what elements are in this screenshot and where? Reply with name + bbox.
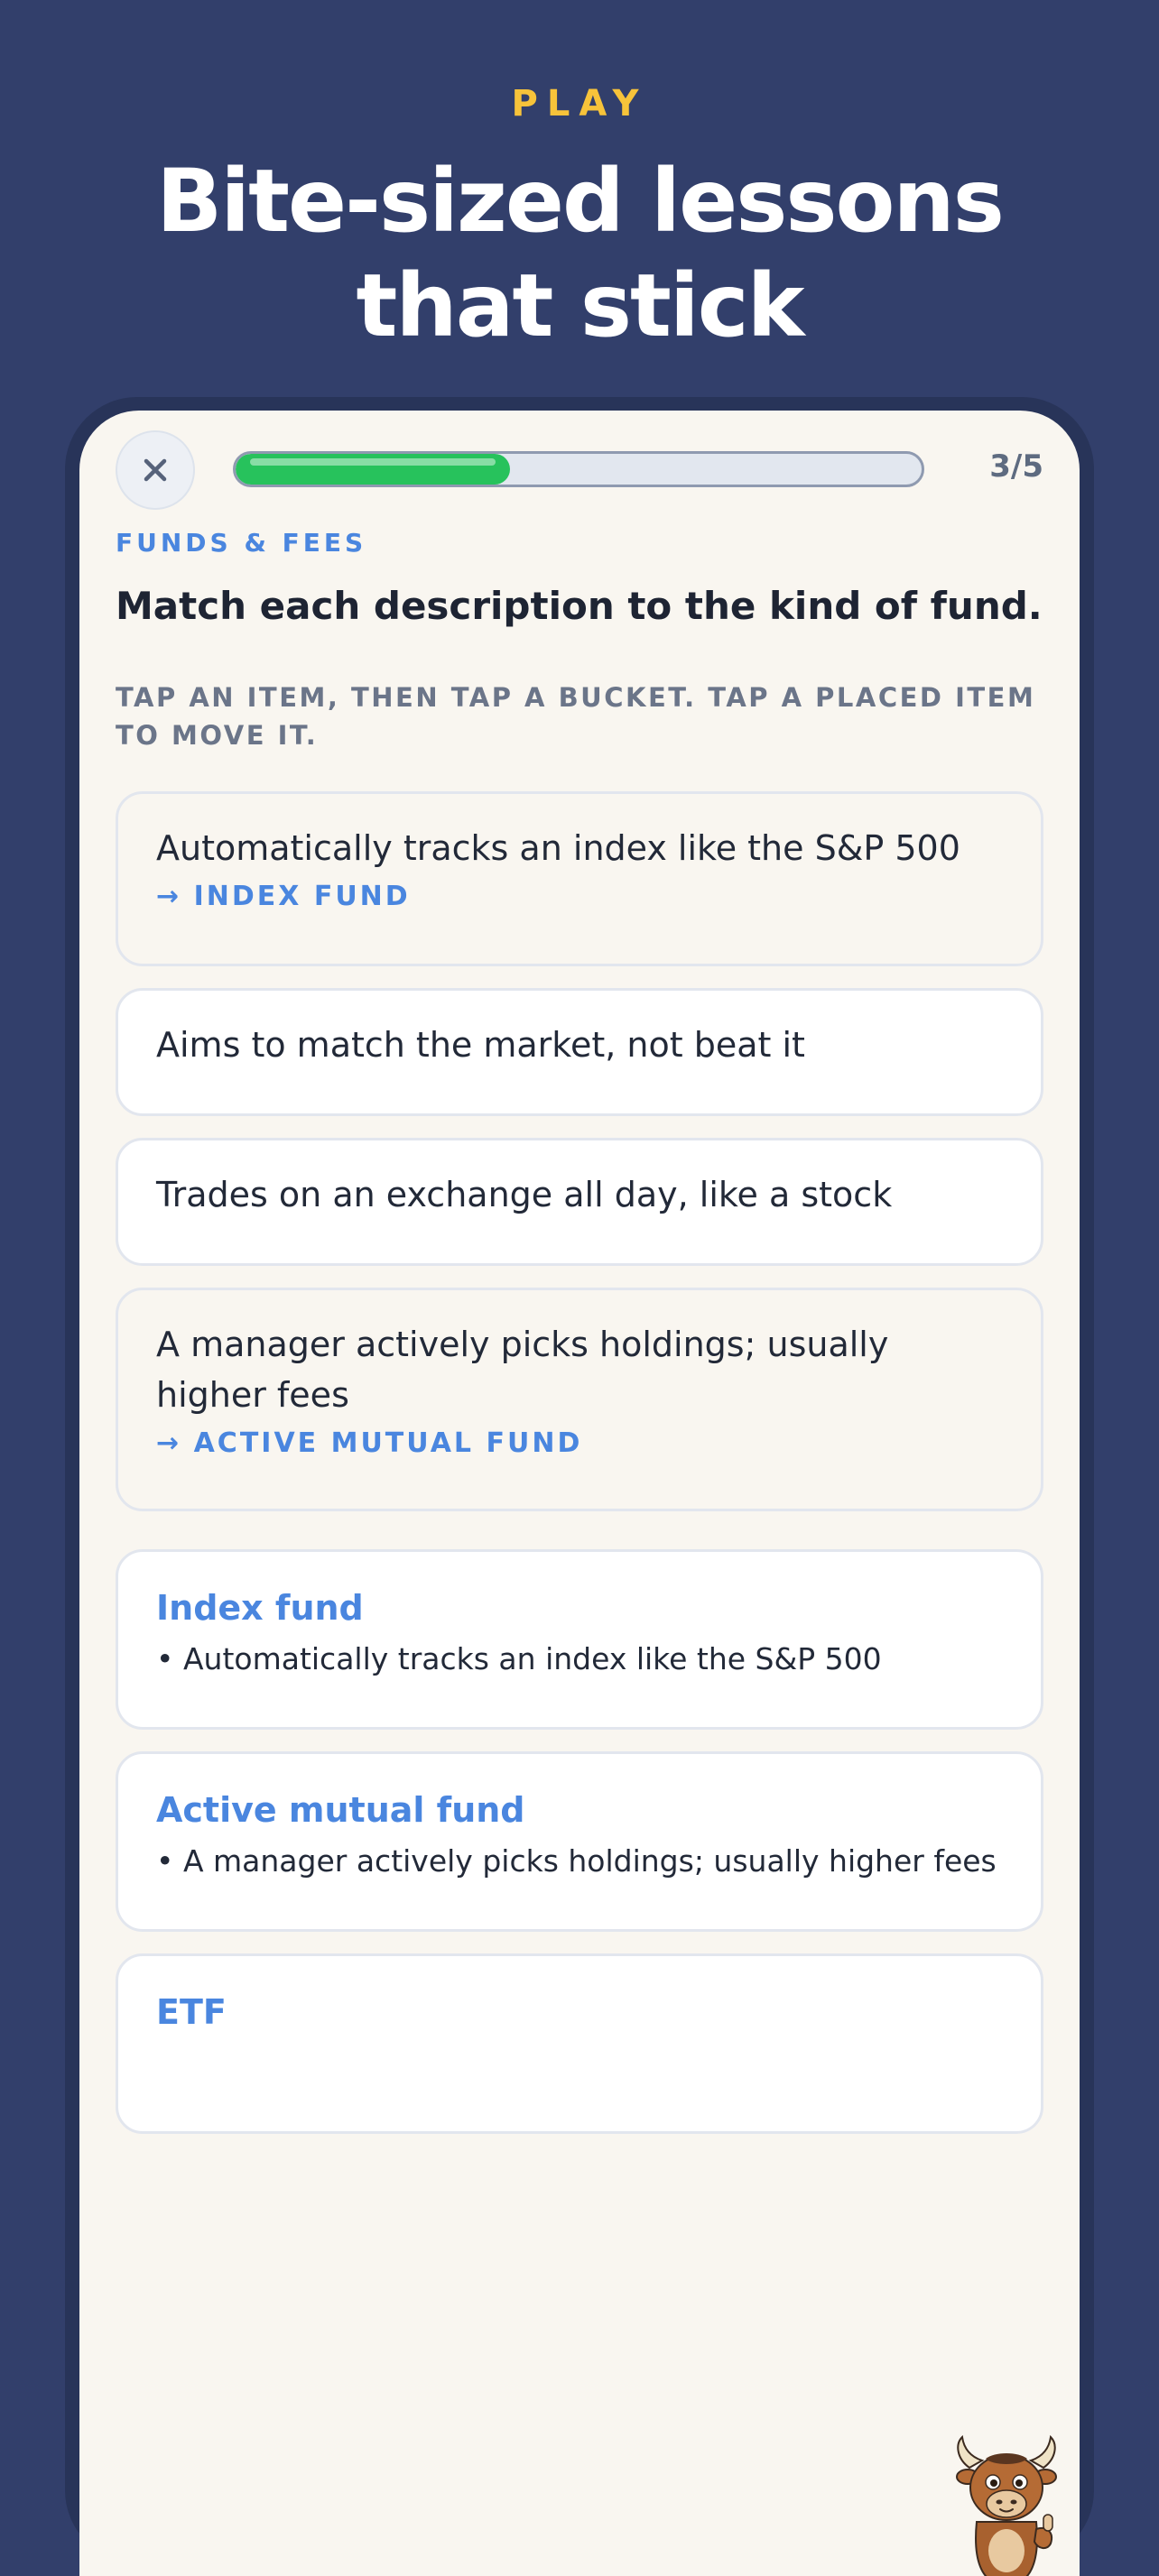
match-item[interactable]: Trades on an exchange all day, like a st…	[116, 1138, 1043, 1266]
close-button[interactable]	[116, 430, 195, 510]
match-item-text: Aims to match the market, not beat it	[156, 1025, 805, 1065]
match-item-assignment: → ACTIVE MUTUAL FUND	[156, 1427, 583, 1459]
bucket-active-mutual-fund[interactable]: Active mutual fund • A manager actively …	[116, 1751, 1043, 1932]
bucket-title: Active mutual fund	[156, 1790, 525, 1830]
hero-title-line1: Bite-sized lessons	[156, 151, 1005, 252]
match-item-text: Automatically tracks an index like the S…	[156, 828, 960, 868]
quiz-screen: 3/5 FUNDS & FEES Match each description …	[79, 411, 1080, 2576]
bucket-placed-item[interactable]: • Automatically tracks an index like the…	[156, 1639, 1003, 1680]
bull-mascot-icon	[956, 2434, 1057, 2576]
progress-highlight	[250, 458, 496, 466]
match-item[interactable]: Aims to match the market, not beat it	[116, 988, 1043, 1116]
match-item-text: A manager actively picks holdings; usual…	[156, 1325, 889, 1415]
progress-bar	[233, 451, 924, 487]
match-item-assignment: → INDEX FUND	[156, 881, 411, 912]
question-text: Match each description to the kind of fu…	[116, 584, 1043, 628]
bucket-placed-item[interactable]: • A manager actively picks holdings; usu…	[156, 1841, 1003, 1882]
lesson-category: FUNDS & FEES	[116, 528, 367, 558]
hero-eyebrow: PLAY	[511, 83, 648, 125]
hero-title: Bite-sized lessons that stick	[0, 149, 1159, 358]
match-item-text: Trades on an exchange all day, like a st…	[156, 1175, 893, 1214]
instructions-text: TAP AN ITEM, THEN TAP A BUCKET. TAP A PL…	[116, 682, 1036, 751]
close-icon	[144, 458, 167, 482]
bucket-title: Index fund	[156, 1588, 364, 1628]
match-item[interactable]: A manager actively picks holdings; usual…	[116, 1288, 1043, 1511]
hero-title-line2: that stick	[356, 255, 804, 356]
match-item[interactable]: Automatically tracks an index like the S…	[116, 791, 1043, 966]
progress-count: 3/5	[989, 448, 1043, 485]
bucket-index-fund[interactable]: Index fund • Automatically tracks an ind…	[116, 1549, 1043, 1730]
bucket-title: ETF	[156, 1992, 227, 2032]
bucket-etf[interactable]: ETF	[116, 1953, 1043, 2134]
